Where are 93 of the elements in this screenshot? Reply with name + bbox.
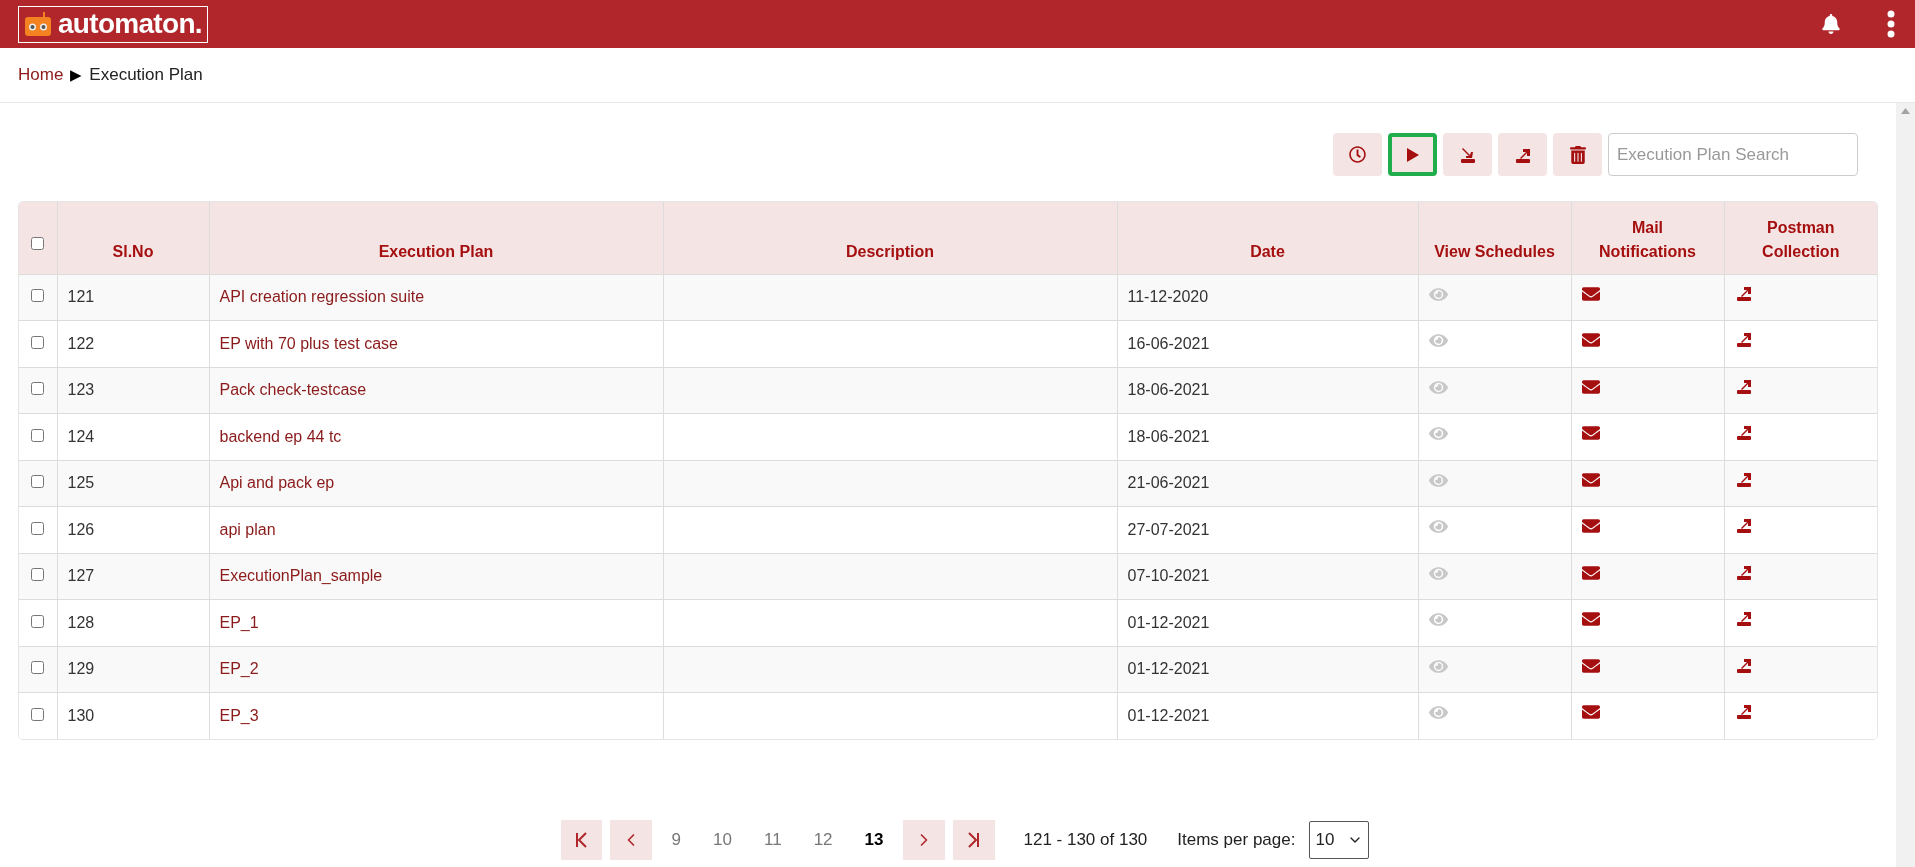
- toolbar-button[interactable]: [1443, 133, 1492, 176]
- table-cell: 123: [67, 381, 95, 399]
- page-range-text: 121 - 130 of 130: [1023, 829, 1148, 852]
- trash-icon: [1568, 145, 1587, 164]
- row-checkbox[interactable]: [31, 614, 45, 628]
- column-header: Date: [1117, 202, 1418, 274]
- items-per-page-label: Items per page:: [1177, 829, 1296, 852]
- toolbar-button[interactable]: [1333, 133, 1382, 176]
- column-header: Description: [663, 202, 1117, 274]
- execution-plan-link[interactable]: Api and pack ep: [219, 474, 335, 492]
- row-checkbox[interactable]: [31, 382, 45, 396]
- table-cell: 11-12-2020: [1127, 288, 1209, 306]
- first-page-button[interactable]: [560, 820, 602, 860]
- mail-icon[interactable]: [1581, 703, 1600, 721]
- row-checkbox[interactable]: [31, 428, 45, 442]
- table-cell: 128: [67, 613, 95, 631]
- page-number[interactable]: 10: [701, 820, 744, 860]
- play-icon: [1405, 146, 1420, 163]
- table-cell: 121: [67, 288, 95, 306]
- row-checkbox[interactable]: [31, 521, 45, 535]
- mail-icon[interactable]: [1581, 377, 1600, 396]
- table-cell: 16-06-2021: [1127, 334, 1210, 352]
- execution-plan-link[interactable]: EP_3: [219, 707, 259, 724]
- last-page-icon: [967, 832, 982, 848]
- export-icon: [1734, 423, 1753, 441]
- column-header: Sl.No: [57, 202, 209, 274]
- toolbar-button[interactable]: [1553, 133, 1602, 176]
- app-logo[interactable]: automaton.: [18, 5, 208, 43]
- table-cell: 18-06-2021: [1127, 427, 1210, 445]
- row-checkbox[interactable]: [31, 568, 45, 582]
- table-cell: 122: [67, 334, 95, 352]
- execution-plan-link[interactable]: ExecutionPlan_sample: [219, 567, 383, 585]
- menu-icon[interactable]: [1887, 10, 1895, 38]
- row-checkbox[interactable]: [31, 708, 45, 721]
- logo-text: automaton.: [58, 10, 202, 38]
- first-page-icon: [574, 832, 589, 848]
- export-icon: [1734, 516, 1753, 534]
- items-per-page-select[interactable]: 10: [1309, 821, 1370, 859]
- clock-icon: [1349, 146, 1366, 163]
- breadcrumb-home-link[interactable]: Home: [18, 62, 64, 88]
- page-number[interactable]: 12: [801, 820, 845, 860]
- table-cell: 01-12-2021: [1127, 613, 1210, 631]
- notification-bell-icon[interactable]: [1821, 14, 1841, 34]
- execution-plan-link[interactable]: EP_2: [219, 660, 259, 678]
- mail-icon[interactable]: [1581, 656, 1600, 675]
- table-cell: 01-12-2021: [1127, 707, 1210, 724]
- table-cell: 07-10-2021: [1127, 567, 1210, 585]
- export-icon: [1734, 702, 1753, 720]
- import-icon: [1458, 145, 1477, 164]
- execution-plan-link[interactable]: backend ep 44 tc: [219, 427, 342, 445]
- robot-logo-icon: [24, 11, 52, 37]
- execution-plan-link[interactable]: EP_1: [219, 613, 259, 631]
- row-checkbox[interactable]: [31, 289, 45, 303]
- table-cell: 126: [67, 520, 95, 538]
- execution-plan-link[interactable]: EP with 70 plus test case: [219, 334, 398, 352]
- table-cell: 01-12-2021: [1127, 660, 1210, 678]
- select-all-checkbox[interactable]: [31, 236, 45, 250]
- breadcrumb-current: Execution Plan: [89, 64, 203, 87]
- mail-icon[interactable]: [1581, 470, 1600, 489]
- mail-icon[interactable]: [1581, 331, 1600, 349]
- mail-icon[interactable]: [1581, 284, 1600, 303]
- last-page-button[interactable]: [953, 820, 996, 860]
- table-cell: 129: [67, 660, 95, 678]
- page-number[interactable]: 13: [852, 820, 896, 860]
- execution-plan-link[interactable]: Pack check-testcase: [219, 381, 367, 399]
- execution-plan-link[interactable]: API creation regression suite: [219, 288, 425, 306]
- mail-icon[interactable]: [1581, 424, 1600, 442]
- toolbar-button[interactable]: [1388, 133, 1437, 176]
- table-cell: 27-07-2021: [1127, 520, 1210, 538]
- table-cell: 21-06-2021: [1127, 474, 1210, 492]
- row-checkbox[interactable]: [31, 661, 45, 675]
- column-header: Execution Plan: [209, 202, 663, 274]
- export-icon: [1734, 330, 1753, 348]
- table-cell: 125: [67, 474, 95, 492]
- toolbar-button[interactable]: [1498, 133, 1547, 176]
- execution-plan-link[interactable]: api plan: [219, 520, 276, 538]
- table-cell: 127: [67, 567, 95, 585]
- table-cell: 124: [67, 427, 95, 445]
- row-checkbox[interactable]: [31, 335, 45, 349]
- page-number[interactable]: 9: [659, 820, 694, 860]
- table-cell: 18-06-2021: [1127, 381, 1210, 399]
- breadcrumb-separator: ▶: [70, 64, 83, 85]
- mail-icon[interactable]: [1581, 517, 1600, 535]
- column-header: View Schedules: [1418, 202, 1571, 274]
- search-field[interactable]: Execution Plan Search: [1608, 133, 1858, 176]
- column-header: Mail Notifications: [1571, 202, 1724, 274]
- page-number[interactable]: 11: [751, 820, 794, 860]
- mail-icon[interactable]: [1581, 563, 1600, 582]
- row-checkbox[interactable]: [31, 475, 45, 489]
- table-cell: 130: [67, 707, 95, 724]
- export-icon: [1734, 609, 1753, 627]
- column-header: Postman Collection: [1724, 202, 1877, 274]
- mail-icon[interactable]: [1581, 610, 1600, 628]
